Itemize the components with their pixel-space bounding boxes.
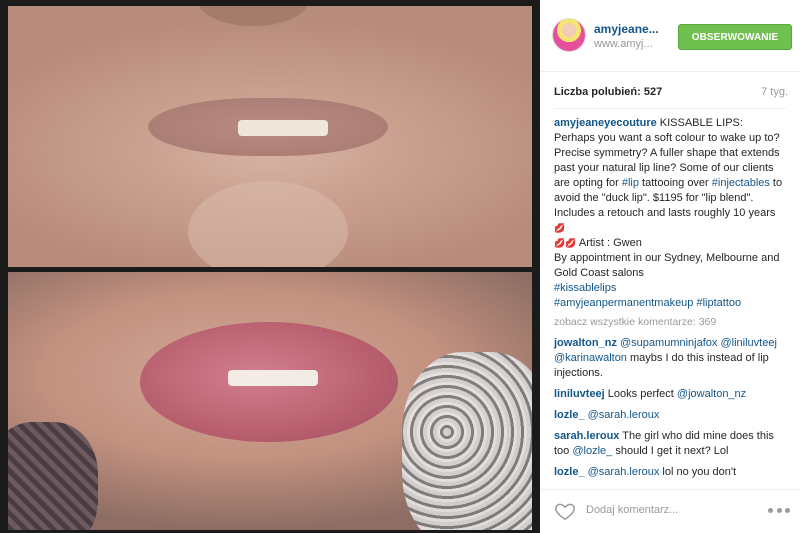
- comment-item: liniluvteej Looks perfect @jowalton_nz: [554, 387, 786, 402]
- comment-mention[interactable]: @karinawalton: [554, 352, 627, 364]
- dot: [768, 508, 773, 513]
- hashtag-amyjeanpermanentmakeup[interactable]: #amyjeanpermanentmakeup: [554, 297, 693, 309]
- photo-fur-collar-shape: [402, 352, 532, 530]
- avatar[interactable]: [552, 18, 586, 52]
- hashtag-liptattoo[interactable]: #liptattoo: [696, 297, 741, 309]
- comment-username[interactable]: lozle_: [554, 409, 585, 421]
- add-comment-input[interactable]: Dodaj komentarz...: [586, 504, 678, 516]
- author-website[interactable]: www.amyj...: [594, 38, 653, 50]
- comment-item: jowalton_nz @supamumninjafox @liniluvtee…: [554, 336, 786, 381]
- comment-mention[interactable]: @jowalton_nz: [677, 388, 746, 400]
- comment-mention[interactable]: @supamumninjafox: [620, 337, 717, 349]
- photo-lips-before: [148, 98, 388, 156]
- caption-text-5: By appointment in our Sydney, Melbourne …: [554, 252, 780, 279]
- comment-username[interactable]: lozle_: [554, 466, 585, 478]
- comment-mention[interactable]: @lozle_: [572, 445, 612, 457]
- photo-scarf-shape: [8, 422, 98, 530]
- post-photo[interactable]: [0, 0, 540, 533]
- divider: [554, 108, 786, 109]
- caption-text-2: tattooing over: [639, 177, 712, 189]
- caption-text-4: Artist : Gwen: [576, 237, 642, 249]
- comment-username[interactable]: jowalton_nz: [554, 337, 617, 349]
- comment-text: Looks perfect: [604, 388, 677, 400]
- dot: [785, 508, 790, 513]
- dot: [776, 508, 782, 513]
- comment-username[interactable]: sarah.leroux: [554, 430, 619, 442]
- photo-teeth-before: [238, 120, 328, 136]
- comment-mention[interactable]: @sarah.leroux: [588, 409, 660, 421]
- comment-mention[interactable]: @liniluvteej: [720, 337, 776, 349]
- photo-lips-after: [140, 322, 398, 442]
- photo-chin-shape: [188, 181, 348, 267]
- comment-username[interactable]: liniluvteej: [554, 388, 605, 400]
- author-username[interactable]: amyjeane...: [594, 22, 659, 36]
- photo-after: [8, 272, 532, 530]
- comment-item: lozle_ @sarah.leroux: [554, 408, 786, 423]
- comment-item: sarah.leroux The girl who did mine does …: [554, 429, 786, 459]
- caption-username[interactable]: amyjeaneyecouture: [554, 117, 657, 129]
- photo-nose-shape: [198, 6, 308, 26]
- hashtag-kissablelips[interactable]: #kissablelips: [554, 282, 616, 294]
- post-footer: Dodaj komentarz...: [540, 489, 800, 533]
- comments-list: jowalton_nz @supamumninjafox @liniluvtee…: [554, 336, 786, 486]
- post-caption: amyjeaneyecouture KISSABLE LIPS: Perhaps…: [554, 116, 786, 311]
- comment-text: lol no you don't: [659, 466, 737, 478]
- photo-teeth-after: [228, 370, 318, 386]
- post-age[interactable]: 7 tyg.: [761, 86, 788, 98]
- comment-item: lozle_ @sarah.leroux lol no you don't: [554, 465, 786, 480]
- hashtag-lip[interactable]: #lip: [622, 177, 639, 189]
- comment-text: should I get it next? Lol: [612, 445, 729, 457]
- post-header: amyjeane... www.amyj... OBSERWOWANIE: [540, 0, 800, 72]
- likes-count[interactable]: Liczba polubień: 527: [554, 86, 662, 98]
- comment-mention[interactable]: @sarah.leroux: [588, 466, 660, 478]
- more-options-icon[interactable]: [768, 508, 790, 514]
- post-sidebar: amyjeane... www.amyj... OBSERWOWANIE Lic…: [540, 0, 800, 533]
- hashtag-injectables[interactable]: #injectables: [712, 177, 770, 189]
- view-all-comments-link[interactable]: zobacz wszystkie komentarze: 369: [554, 316, 716, 328]
- heart-outline-icon[interactable]: [554, 500, 576, 522]
- photo-before: [8, 6, 532, 267]
- kiss-emoji-pair: 💋💋: [554, 238, 577, 248]
- kiss-emoji: 💋: [554, 223, 566, 233]
- follow-button[interactable]: OBSERWOWANIE: [678, 24, 792, 50]
